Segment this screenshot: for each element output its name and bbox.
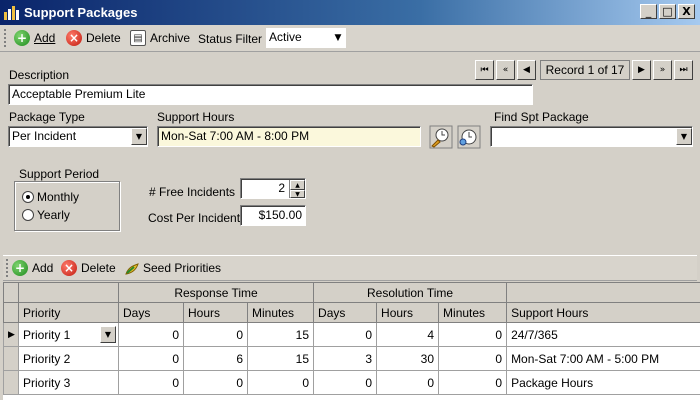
res-minutes-cell[interactable]: 0	[438, 322, 508, 347]
col-resp-days[interactable]: Days	[118, 302, 184, 323]
cost-input[interactable]: $150.00	[240, 205, 306, 226]
grid-delete-button[interactable]: × Delete	[61, 257, 116, 279]
support-hours-cell[interactable]: Mon-Sat 7:00 AM - 5:00 PM	[506, 346, 700, 371]
package-type-label: Package Type	[9, 110, 85, 124]
radio-selected-icon	[22, 191, 34, 203]
res-hours-cell[interactable]: 4	[376, 322, 440, 347]
description-label: Description	[9, 68, 70, 82]
res-hours-cell[interactable]: 0	[376, 370, 440, 395]
priority-cell[interactable]: Priority 1 ▼	[18, 322, 119, 347]
cost-label: Cost Per Incident	[148, 211, 241, 225]
col-res-minutes[interactable]: Minutes	[438, 302, 508, 323]
support-hours-cell[interactable]: 24/7/365	[506, 322, 700, 347]
prev-record-button[interactable]: ◀	[517, 60, 536, 80]
resp-minutes-cell[interactable]: 0	[246, 370, 315, 395]
chevron-down-icon[interactable]: ▼	[131, 128, 147, 145]
group-header-row: Response Time Resolution Time	[3, 282, 700, 303]
status-filter-label: Status Filter	[198, 32, 263, 46]
add-icon: +	[12, 260, 28, 276]
first-record-button[interactable]: ⏮	[475, 60, 494, 80]
priority-cell[interactable]: Priority 2	[18, 346, 119, 371]
description-input[interactable]: Acceptable Premium Lite	[8, 84, 533, 105]
grid-add-button[interactable]: + Add	[12, 257, 53, 279]
toolbar-grip[interactable]	[4, 29, 7, 47]
support-period-label: Support Period	[18, 167, 101, 181]
res-days-cell[interactable]: 0	[313, 322, 378, 347]
chevron-down-icon[interactable]: ▼	[676, 128, 692, 145]
col-support-hours[interactable]: Support Hours	[506, 302, 700, 323]
support-hours-cell[interactable]: Package Hours	[506, 370, 700, 395]
res-days-cell[interactable]: 0	[313, 370, 378, 395]
table-row[interactable]: Priority 2 0 6 15 3 30 0 Mon-Sat 7:00 AM…	[3, 346, 700, 371]
add-button[interactable]: + Add	[14, 27, 55, 49]
next-page-button[interactable]: »	[653, 60, 672, 80]
status-filter-combo[interactable]: Active	[266, 28, 332, 48]
resp-days-cell[interactable]: 0	[118, 346, 184, 371]
res-minutes-cell[interactable]: 0	[438, 370, 508, 395]
window-title: Support Packages	[24, 5, 138, 20]
support-hours-input[interactable]: Mon-Sat 7:00 AM - 8:00 PM	[157, 126, 421, 147]
row-selector-icon[interactable]: ▶	[3, 322, 19, 347]
find-package-combo[interactable]	[490, 126, 693, 147]
table-row[interactable]: ▶ Priority 1 ▼ 0 0 15 0 4 0 24/7/365	[3, 322, 700, 347]
support-period-group	[14, 181, 120, 231]
delete-button[interactable]: × Delete	[66, 27, 121, 49]
resp-days-cell[interactable]: 0	[118, 322, 184, 347]
lookup-hours-icon[interactable]	[457, 125, 481, 149]
spin-down-icon[interactable]: ▼	[290, 190, 305, 198]
app-icon	[4, 6, 19, 20]
resp-hours-cell[interactable]: 6	[183, 346, 248, 371]
minimize-button[interactable]: _	[640, 4, 657, 19]
yearly-radio[interactable]: Yearly	[22, 208, 70, 222]
delete-icon: ×	[66, 30, 82, 46]
archive-icon: ▤	[130, 30, 146, 46]
next-record-button[interactable]: ▶	[632, 60, 651, 80]
resp-minutes-cell[interactable]: 15	[246, 346, 315, 371]
resp-days-cell[interactable]: 0	[118, 370, 184, 395]
chevron-down-icon[interactable]: ▼	[330, 28, 346, 48]
table-row[interactable]: Priority 3 0 0 0 0 0 0 Package Hours	[3, 370, 700, 395]
resp-hours-cell[interactable]: 0	[183, 370, 248, 395]
resp-minutes-cell[interactable]: 15	[246, 322, 315, 347]
resolution-time-header: Resolution Time	[313, 282, 508, 303]
res-days-cell[interactable]: 3	[313, 346, 378, 371]
chevron-down-icon[interactable]: ▼	[100, 326, 116, 343]
res-minutes-cell[interactable]: 0	[438, 346, 508, 371]
free-incidents-label: # Free Incidents	[149, 185, 236, 199]
package-type-combo[interactable]: Per Incident	[8, 126, 148, 147]
column-header-row: Priority Days Hours Minutes Days Hours M…	[3, 302, 700, 323]
delete-icon: ×	[61, 260, 77, 276]
col-res-days[interactable]: Days	[313, 302, 378, 323]
seed-priorities-button[interactable]: Seed Priorities	[124, 257, 221, 279]
radio-unselected-icon	[22, 209, 34, 221]
maximize-button[interactable]: □	[659, 4, 676, 19]
response-time-header: Response Time	[117, 282, 315, 303]
monthly-radio[interactable]: Monthly	[22, 190, 79, 204]
spin-up-icon[interactable]: ▲	[290, 180, 305, 190]
edit-hours-icon[interactable]	[429, 125, 453, 149]
support-hours-label: Support Hours	[157, 110, 235, 124]
last-record-button[interactable]: ⏭	[674, 60, 693, 80]
col-priority[interactable]: Priority	[18, 302, 119, 323]
priorities-grid: Response Time Resolution Time Priority D…	[3, 282, 700, 400]
free-incidents-stepper[interactable]: ▲ ▼	[289, 180, 305, 198]
close-button[interactable]: X	[678, 4, 695, 19]
record-position: Record 1 of 17	[540, 60, 630, 80]
col-resp-hours[interactable]: Hours	[183, 302, 248, 323]
res-hours-cell[interactable]: 30	[376, 346, 440, 371]
col-res-hours[interactable]: Hours	[376, 302, 440, 323]
resp-hours-cell[interactable]: 0	[183, 322, 248, 347]
col-resp-minutes[interactable]: Minutes	[246, 302, 315, 323]
find-package-label: Find Spt Package	[494, 110, 589, 124]
prev-page-button[interactable]: «	[496, 60, 515, 80]
archive-button[interactable]: ▤ Archive	[130, 27, 190, 49]
priority-cell[interactable]: Priority 3	[18, 370, 119, 395]
seed-icon	[125, 263, 139, 275]
toolbar-grip[interactable]	[6, 259, 9, 277]
add-icon: +	[14, 30, 30, 46]
